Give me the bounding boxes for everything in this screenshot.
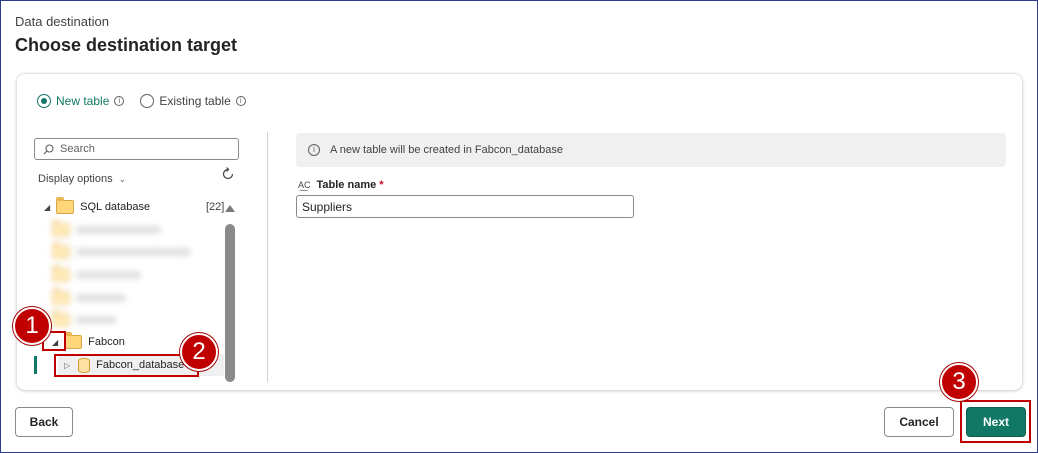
- display-options-dropdown[interactable]: Display options ⌄: [38, 173, 126, 185]
- scrollbar-thumb[interactable]: [225, 224, 235, 382]
- folder-icon: [52, 242, 70, 259]
- callout-badge: 2: [180, 333, 218, 371]
- table-name-label: A͟C Table name *: [298, 179, 384, 191]
- tree-item-label: Fabcon: [88, 336, 125, 348]
- refresh-icon[interactable]: [220, 166, 236, 182]
- folder-icon: [52, 220, 70, 237]
- tree-item-redacted[interactable]: [52, 264, 141, 286]
- back-button[interactable]: Back: [15, 407, 73, 437]
- display-options-label: Display options: [38, 173, 113, 185]
- table-mode-radio-group: New table i Existing table i: [37, 94, 262, 108]
- tree-item-sql-database[interactable]: ◢ SQL database [22]: [44, 196, 224, 218]
- new-table-label: New table: [56, 94, 110, 108]
- redacted-label: [76, 316, 116, 324]
- info-message-bar: i A new table will be created in Fabcon_…: [296, 133, 1006, 167]
- search-input[interactable]: Search: [34, 138, 239, 160]
- selection-indicator: [34, 356, 37, 374]
- redacted-label: [76, 248, 191, 256]
- text-field-icon: A͟C: [298, 180, 311, 190]
- callout-highlight-box: [960, 400, 1031, 443]
- tree-scrollbar[interactable]: [224, 202, 236, 382]
- cancel-button[interactable]: Cancel: [884, 407, 954, 437]
- redacted-label: [76, 294, 126, 302]
- tree-item-label: SQL database: [80, 201, 151, 213]
- folder-icon: [52, 310, 70, 327]
- existing-table-radio[interactable]: [140, 94, 155, 108]
- callout-highlight-box: [54, 354, 199, 377]
- info-icon[interactable]: i: [114, 96, 125, 106]
- new-table-option[interactable]: New table i: [37, 94, 125, 108]
- table-name-label-text: Table name: [316, 179, 377, 191]
- info-icon: i: [308, 144, 320, 156]
- tree-item-redacted[interactable]: [52, 219, 161, 241]
- folder-icon: [52, 288, 70, 305]
- pane-divider: [267, 132, 268, 382]
- existing-table-option[interactable]: Existing table i: [140, 94, 246, 108]
- folder-icon: [52, 265, 70, 282]
- dialog-subtitle: Data destination: [15, 14, 109, 29]
- table-name-input[interactable]: Suppliers: [296, 195, 634, 218]
- folder-icon: [64, 332, 83, 349]
- page-title: Choose destination target: [15, 35, 238, 55]
- folder-icon: [56, 197, 75, 214]
- caret-down-icon[interactable]: ◢: [44, 203, 50, 212]
- search-placeholder: Search: [60, 143, 95, 155]
- redacted-label: [76, 226, 161, 234]
- info-icon[interactable]: i: [235, 96, 246, 106]
- tree-item-redacted[interactable]: [52, 309, 116, 331]
- tree-item-redacted[interactable]: [52, 287, 126, 309]
- callout-badge: 3: [940, 363, 978, 401]
- required-marker: *: [379, 179, 384, 191]
- callout-badge: 1: [13, 307, 51, 345]
- chevron-down-icon: ⌄: [118, 173, 127, 184]
- new-table-radio[interactable]: [37, 94, 51, 108]
- scroll-up-arrow-icon[interactable]: [225, 205, 235, 212]
- tree-item-redacted[interactable]: [52, 241, 191, 263]
- redacted-label: [76, 271, 141, 279]
- search-icon: [43, 143, 54, 154]
- destination-panel: New table i Existing table i Search Disp…: [17, 74, 1022, 390]
- info-message-text: A new table will be created in Fabcon_da…: [330, 144, 563, 156]
- item-count-badge: [22]: [206, 201, 224, 213]
- existing-table-label: Existing table: [159, 94, 231, 108]
